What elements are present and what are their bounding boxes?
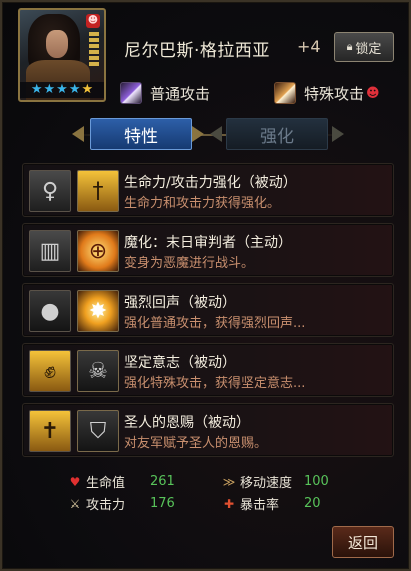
skill-title: 圣人的恩赐（被动） [124,415,250,431]
skill-item[interactable]: ▥ ⊕ 魔化：末日审判者（主动） 变身为恶魔进行战斗。 [22,223,394,277]
skill-desc: 变身为恶魔进行战斗。 [124,256,255,271]
lock-button[interactable]: 🔒︎ 锁定 [334,32,394,62]
devil-icon: ☻ [86,14,100,28]
star-icon: ★ [56,82,68,97]
boot-icon: ≫ [222,474,236,489]
skill-desc: 强化普通攻击，获得强烈回声... [124,316,306,331]
stat-crit-value: 20 [304,496,321,511]
bust-icon: ● [29,290,71,332]
normal-attack-icon [120,82,142,104]
stat-speed-label: 移动速度 [240,476,293,491]
special-attack-label: 特殊攻击 [304,84,365,103]
gate-icon: ▥ [29,230,71,272]
star-icon: ★ [68,82,81,97]
tab-enhance[interactable]: 强化 [226,118,328,150]
lock-icon: 🔒︎ [346,40,353,53]
normal-attack-label: 普通攻击 [150,84,211,103]
tab-arrow-left-icon [72,126,84,142]
skill-title: 坚定意志（被动） [124,355,236,371]
stat-crit-label: 暴击率 [240,498,280,513]
hero-detail-window: ☻ ★ ★ ★ ★ ★ 尼尔巴斯·格拉西亚 +4 🔒︎ 锁定 普通攻击 特殊攻击… [0,0,411,571]
mask-icon: ☠ [77,350,119,392]
skill-desc: 生命力和攻击力获得强化。 [124,196,281,211]
star-icon-gold: ★ [81,82,94,97]
rank-bars-icon [89,32,99,72]
sword-icon: ⚔ [69,496,81,511]
stat-crit: ✚ 暴击率 20 [222,494,321,513]
skill-item[interactable]: ♀ † 生命力/攻击力强化（被动） 生命力和攻击力获得强化。 [22,163,394,217]
special-attack: 特殊攻击 ☻ [274,82,380,104]
stat-attack-value: 176 [150,496,175,511]
skill-desc: 对友军赋予圣人的恩赐。 [124,436,268,451]
tab-arrow-right-icon [332,126,344,142]
stat-hp-value: 261 [150,474,175,489]
skill-title: 强烈回声（被动） [124,295,236,311]
hero-name: 尼尔巴斯·格拉西亚 [124,41,270,61]
stat-hp-label: 生命值 [86,476,126,491]
skill-title: 魔化：末日审判者（主动） [124,235,292,251]
stat-attack: ⚔ 攻击力 176 [68,494,175,513]
portrait-face [46,30,68,58]
skill-desc: 强化特殊攻击，获得坚定意志... [124,376,306,391]
skill-item[interactable]: ✊︎ ☠ 坚定意志（被动） 强化特殊攻击，获得坚定意志... [22,343,394,397]
skill-list: ♀ † 生命力/攻击力强化（被动） 生命力和攻击力获得强化。 ▥ ⊕ 魔化：末日… [22,163,394,463]
shield-icon: ⛉ [77,410,119,452]
fist-icon: ✊︎ [29,350,71,392]
star-icon: ★ [43,82,56,97]
tab-arrow-left-icon [210,126,222,142]
stat-speed: ≫ 移动速度 100 [222,472,329,491]
return-button[interactable]: 返回 [332,526,394,558]
stat-speed-value: 100 [304,474,329,489]
skill-title: 生命力/攻击力强化（被动） [124,175,297,191]
hero-plus-level: +4 [297,37,321,56]
lock-label: 锁定 [355,41,382,57]
heart-icon: ♥ [69,474,81,489]
hero-stars: ★ ★ ★ ★ ★ [20,82,104,98]
person-icon: ♀ [29,170,71,212]
star-icon: ★ [30,82,43,97]
tombstone-icon: ✝ [29,410,71,452]
skill-item[interactable]: ● ✸ 强烈回声（被动） 强化普通攻击，获得强烈回声... [22,283,394,337]
skill-item[interactable]: ✝ ⛉ 圣人的恩赐（被动） 对友军赋予圣人的恩赐。 [22,403,394,457]
stat-hp: ♥ 生命值 261 [68,472,175,491]
explosion-icon: ✸ [77,290,119,332]
stat-attack-label: 攻击力 [86,498,126,513]
crosshair-icon: ⊕ [77,230,119,272]
devil-icon: ☻ [366,85,380,101]
tab-arrow-right-icon [192,126,204,142]
crosshair-icon: ✚ [223,496,235,511]
sword-icon: † [77,170,119,212]
normal-attack: 普通攻击 [120,82,210,104]
special-attack-icon [274,82,296,104]
tab-traits[interactable]: 特性 [90,118,192,150]
